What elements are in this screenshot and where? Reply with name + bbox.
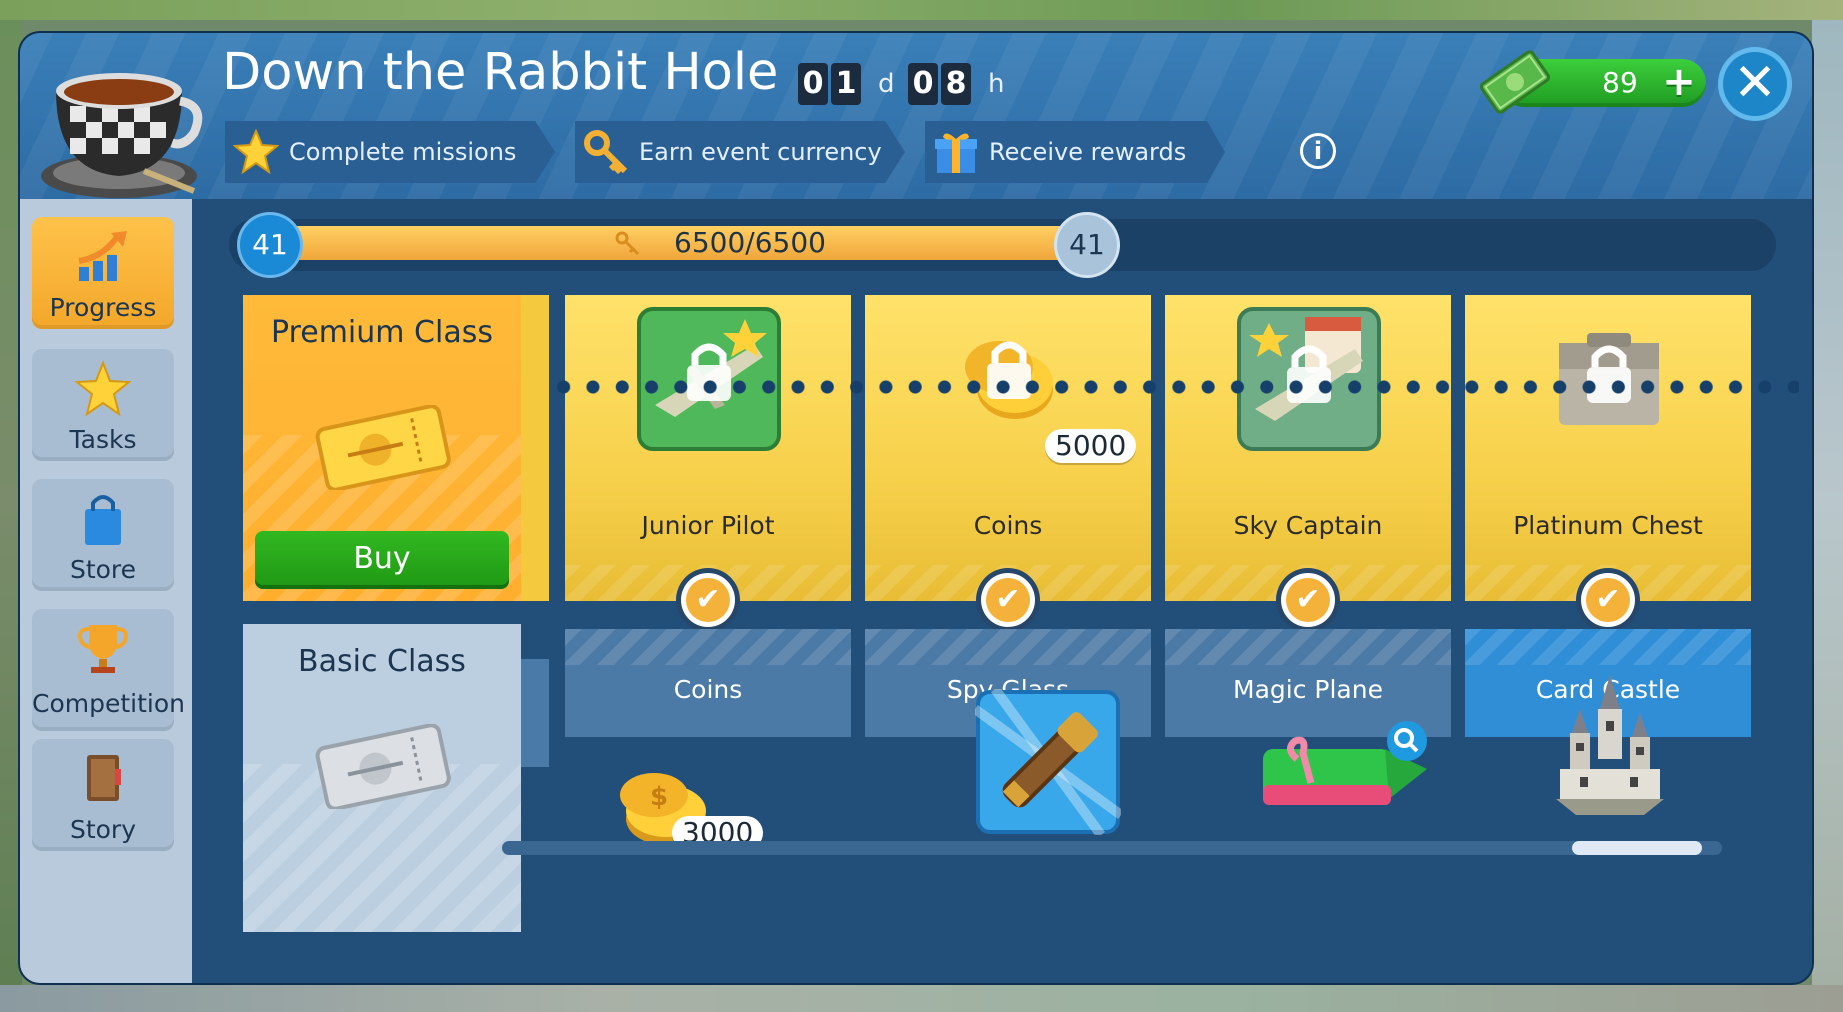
chest-icon — [1559, 333, 1659, 425]
level-current: 41 — [240, 215, 300, 275]
step-label: Earn event currency — [639, 138, 882, 166]
timer-hour-unit: h — [988, 69, 1005, 99]
star-icon — [74, 360, 132, 417]
reward-track-edge — [521, 659, 549, 767]
book-icon — [87, 755, 121, 801]
reward-track-edge — [521, 295, 549, 601]
timer-hours: 0 8 — [908, 63, 971, 105]
card-castle-icon — [1556, 675, 1664, 815]
event-panel: Down the Rabbit Hole 0 1 d 0 8 h Complet… — [20, 33, 1812, 983]
reward-track-dots — [549, 380, 1799, 394]
gift-icon — [935, 133, 977, 173]
tab-tasks[interactable]: Tasks — [32, 349, 174, 461]
reward-count: 5000 — [1045, 429, 1137, 463]
spyglass-icon — [975, 689, 1121, 835]
tab-label: Story — [69, 815, 137, 844]
timer-digit: 0 — [798, 63, 828, 105]
star-icon — [233, 129, 279, 175]
tab-competition[interactable]: Competition — [32, 609, 185, 731]
claimed-check-icon: ✔ — [1581, 573, 1635, 627]
trophy-icon — [78, 625, 128, 673]
claimed-check-icon: ✔ — [981, 573, 1035, 627]
premium-class-title: Premium Class — [271, 315, 493, 350]
tab-story[interactable]: Story — [32, 739, 174, 851]
silver-ticket-icon — [315, 724, 451, 809]
progress-content: 6500/6500 41 41 Premium Class Buy Basic … — [192, 199, 1812, 983]
svg-text:$: $ — [650, 782, 668, 812]
basic-class-title: Basic Class — [298, 644, 466, 679]
tab-label: Tasks — [69, 425, 137, 454]
timer-digit: 8 — [941, 63, 971, 105]
premium-reward-junior-pilot[interactable]: Junior Pilot — [565, 295, 851, 601]
progress-fill: 6500/6500 — [274, 226, 1084, 260]
reward-label: Junior Pilot — [641, 511, 775, 540]
reward-label: Coins — [673, 675, 743, 704]
plane-calendar-badge-icon — [1237, 307, 1381, 451]
tab-label: Store — [69, 555, 137, 584]
claimed-check-icon: ✔ — [1281, 573, 1335, 627]
key-icon — [584, 130, 628, 175]
step-label: Complete missions — [289, 138, 517, 166]
tab-store[interactable]: Store — [32, 479, 174, 591]
timer-digit: 1 — [831, 63, 861, 105]
basic-reward-coins[interactable]: Coins — [565, 629, 851, 737]
reward-label: Sky Captain — [1233, 511, 1383, 540]
key-icon — [615, 231, 640, 256]
claimed-check-icon: ✔ — [681, 573, 735, 627]
scrollbar-thumb[interactable] — [1572, 841, 1702, 855]
tab-progress[interactable]: Progress — [32, 217, 174, 329]
info-button[interactable]: i — [1300, 133, 1336, 169]
background-city-right — [1812, 20, 1843, 986]
background-city-left — [0, 20, 22, 986]
magic-plane-icon — [1263, 721, 1427, 805]
sidebar: Progress Tasks Store Competition Story — [20, 199, 192, 983]
background-top-hud — [0, 0, 1843, 20]
cash-balance[interactable]: 89 + — [1479, 50, 1706, 114]
progress-value: 6500/6500 — [674, 226, 826, 259]
reward-label: Magic Plane — [1233, 675, 1383, 704]
progress-arrow-icon — [78, 231, 127, 281]
premium-reward-coins[interactable]: 5000 Coins — [865, 295, 1151, 601]
event-header: Down the Rabbit Hole 0 1 d 0 8 h Complet… — [20, 33, 1812, 199]
gold-ticket-icon — [315, 405, 451, 490]
cash-icon — [1479, 50, 1551, 114]
plane-badge-icon — [637, 307, 781, 451]
event-title: Down the Rabbit Hole — [222, 43, 779, 102]
add-cash-button[interactable]: + — [1660, 62, 1698, 102]
step-complete-missions: Complete missions — [225, 121, 555, 183]
shopping-bag-icon — [85, 495, 121, 545]
teacup-icon — [41, 73, 203, 198]
timer-days: 0 1 — [798, 63, 861, 105]
reward-label: Platinum Chest — [1513, 511, 1703, 540]
timer-digit: 0 — [908, 63, 938, 105]
cash-amount: 89 — [1602, 66, 1638, 99]
premium-class-card: Premium Class Buy — [243, 295, 521, 601]
close-button[interactable]: ✕ — [1718, 47, 1792, 121]
step-receive-rewards: Receive rewards — [925, 121, 1225, 183]
step-earn-currency: Earn event currency — [575, 121, 905, 183]
basic-class-card: Basic Class — [243, 624, 521, 932]
progress-track: 6500/6500 41 41 — [229, 215, 1776, 275]
tab-label: Competition — [32, 689, 185, 718]
horizontal-scrollbar[interactable] — [502, 841, 1722, 855]
premium-reward-platinum-chest[interactable]: Platinum Chest — [1465, 295, 1751, 601]
step-label: Receive rewards — [989, 138, 1187, 166]
reward-label: Coins — [973, 511, 1043, 540]
background-bottom-toolbar — [0, 985, 1843, 1012]
premium-reward-sky-captain[interactable]: Sky Captain — [1165, 295, 1451, 601]
buy-premium-button[interactable]: Buy — [255, 531, 509, 589]
tab-label: Progress — [49, 293, 157, 322]
timer-day-unit: d — [878, 69, 895, 99]
level-next: 41 — [1057, 215, 1117, 275]
